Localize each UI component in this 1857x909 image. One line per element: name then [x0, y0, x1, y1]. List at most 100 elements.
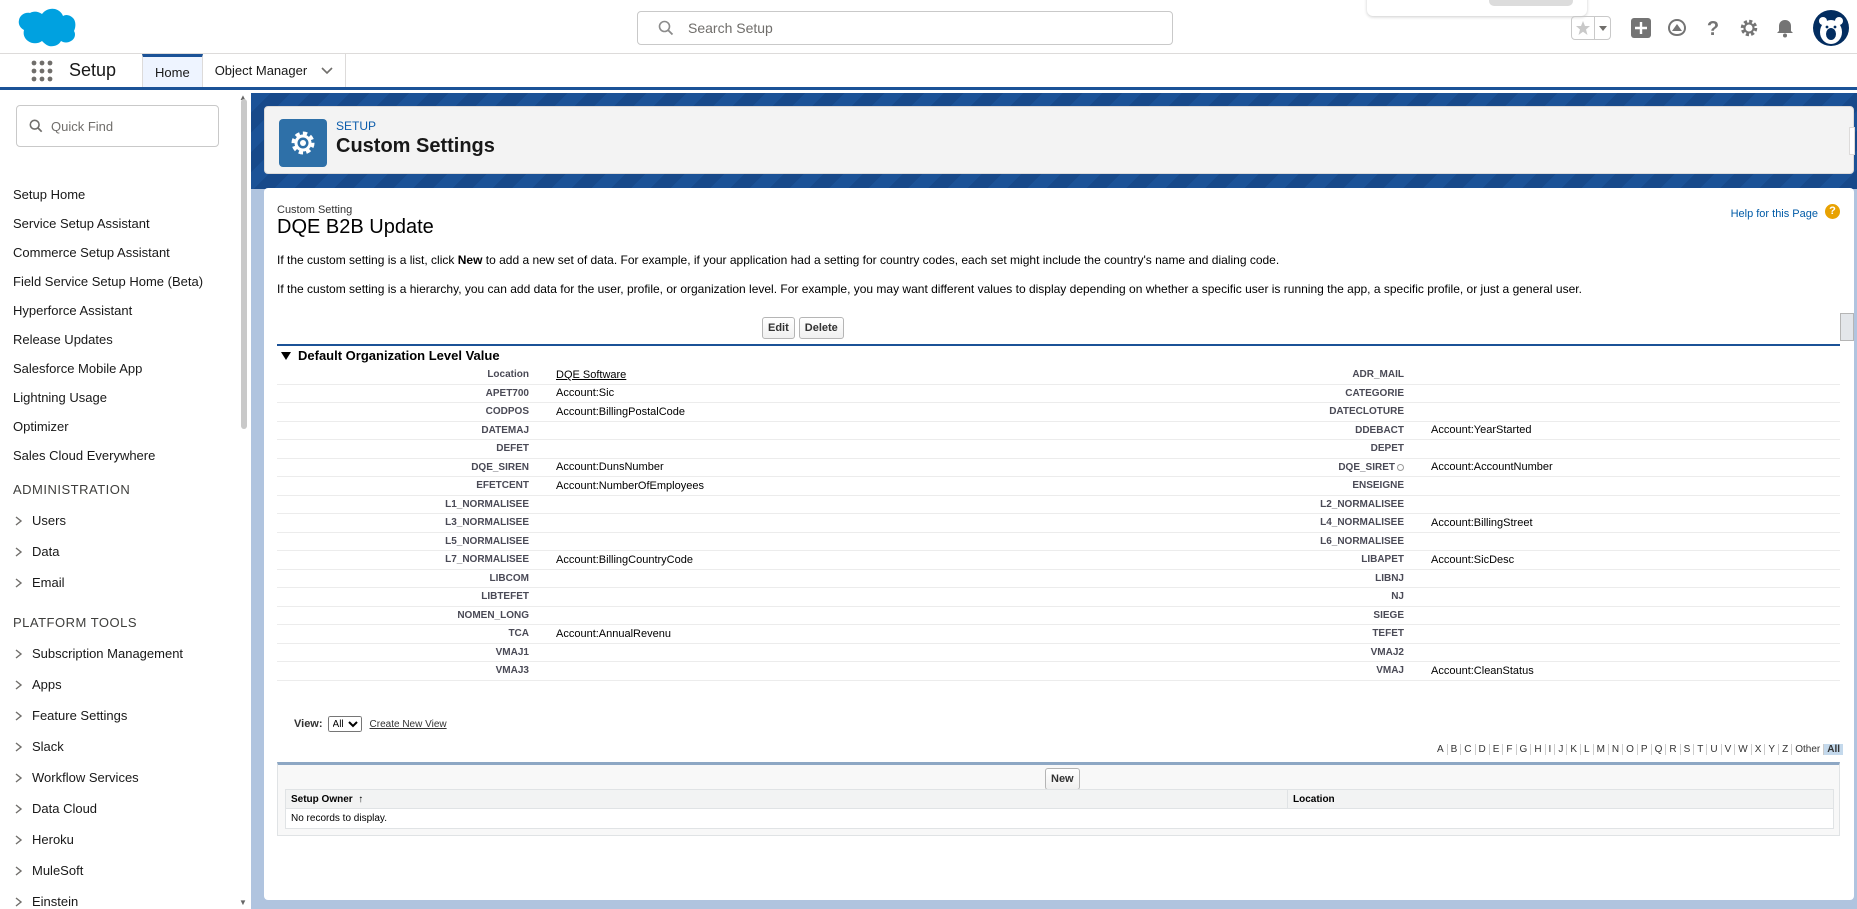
- alpha-filter-f[interactable]: F: [1503, 744, 1517, 755]
- side-scroll-handle[interactable]: [1840, 313, 1854, 341]
- alpha-filter-u[interactable]: U: [1707, 744, 1722, 755]
- tree-item-einstein[interactable]: Einstein: [13, 886, 233, 909]
- tree-item-apps[interactable]: Apps: [13, 669, 233, 700]
- sidebar-item-service-setup-assistant[interactable]: Service Setup Assistant: [13, 210, 233, 239]
- chevron-right-icon[interactable]: [13, 803, 25, 815]
- tree-item-email[interactable]: Email: [13, 567, 233, 598]
- alpha-filter-i[interactable]: I: [1546, 744, 1556, 755]
- chevron-right-icon[interactable]: [13, 546, 25, 558]
- tab-home[interactable]: Home: [142, 54, 203, 87]
- page-eyebrow[interactable]: SETUP: [336, 119, 376, 133]
- tree-item-subscription-management[interactable]: Subscription Management: [13, 638, 233, 669]
- delete-button[interactable]: Delete: [798, 317, 844, 339]
- tree-item-slack[interactable]: Slack: [13, 731, 233, 762]
- alpha-filter-o[interactable]: O: [1623, 744, 1638, 755]
- favorites-dropdown-icon[interactable]: [1594, 17, 1610, 39]
- tree-item-data[interactable]: Data: [13, 536, 233, 567]
- alpha-filter-n[interactable]: N: [1609, 744, 1624, 755]
- alpha-filter-all[interactable]: All: [1824, 744, 1843, 755]
- quick-find-input[interactable]: [51, 118, 211, 134]
- alpha-filter-other[interactable]: Other: [1792, 744, 1825, 755]
- app-launcher-icon[interactable]: [18, 54, 66, 87]
- help-question-icon[interactable]: ?: [1825, 204, 1840, 219]
- alpha-filter-h[interactable]: H: [1531, 744, 1546, 755]
- alpha-filter-c[interactable]: C: [1461, 744, 1476, 755]
- edit-button[interactable]: Edit: [762, 317, 795, 339]
- sidebar-item-optimizer[interactable]: Optimizer: [13, 413, 233, 442]
- create-new-view-link[interactable]: Create New View: [370, 719, 447, 730]
- chevron-down-icon[interactable]: [321, 66, 333, 75]
- help-icon[interactable]: ?: [1701, 16, 1725, 40]
- alpha-filter-d[interactable]: D: [1476, 744, 1490, 755]
- sidebar-item-hyperforce-assistant[interactable]: Hyperforce Assistant: [13, 297, 233, 326]
- section-default-org-value[interactable]: Default Organization Level Value: [277, 344, 1840, 363]
- sidebar-item-field-service-setup-home[interactable]: Field Service Setup Home (Beta): [13, 268, 233, 297]
- alpha-filter-x[interactable]: X: [1752, 744, 1766, 755]
- tree-item-users[interactable]: Users: [13, 505, 233, 536]
- tree-item-data-cloud[interactable]: Data Cloud: [13, 793, 233, 824]
- alpha-filter-y[interactable]: Y: [1765, 744, 1780, 755]
- field-value-link[interactable]: DQE Software: [556, 369, 626, 381]
- alpha-filter-z[interactable]: Z: [1779, 744, 1793, 755]
- section-title: Default Organization Level Value: [298, 348, 500, 363]
- sidebar-item-lightning-usage[interactable]: Lightning Usage: [13, 384, 233, 413]
- chevron-right-icon[interactable]: [13, 834, 25, 846]
- sidebar-item-commerce-setup-assistant[interactable]: Commerce Setup Assistant: [13, 239, 233, 268]
- chevron-right-icon[interactable]: [13, 515, 25, 527]
- column-header-location[interactable]: Location: [1288, 790, 1335, 808]
- chevron-right-icon[interactable]: [13, 679, 25, 691]
- chevron-right-icon[interactable]: [13, 710, 25, 722]
- sidebar-item-sales-cloud-everywhere[interactable]: Sales Cloud Everywhere: [13, 442, 233, 471]
- tab-object-manager[interactable]: Object Manager: [203, 54, 347, 87]
- alpha-filter-l[interactable]: L: [1581, 744, 1594, 755]
- tree-item-feature-settings[interactable]: Feature Settings: [13, 700, 233, 731]
- alpha-filter-p[interactable]: P: [1638, 744, 1652, 755]
- alpha-filter-w[interactable]: W: [1735, 744, 1752, 755]
- gear-icon[interactable]: [1737, 16, 1761, 40]
- collapse-triangle-icon[interactable]: [281, 351, 291, 360]
- user-avatar-icon[interactable]: [1813, 10, 1849, 46]
- tree-item-mulesoft[interactable]: MuleSoft: [13, 855, 233, 886]
- chevron-right-icon[interactable]: [13, 741, 25, 753]
- sidebar-item-release-updates[interactable]: Release Updates: [13, 326, 233, 355]
- notification-bell-icon[interactable]: [1773, 16, 1797, 40]
- new-button[interactable]: New: [1045, 768, 1080, 790]
- sidebar-item-setup-home[interactable]: Setup Home: [13, 181, 233, 210]
- info-icon[interactable]: [1397, 463, 1404, 471]
- global-search-input[interactable]: [688, 20, 1128, 36]
- alpha-filter-b[interactable]: B: [1448, 744, 1462, 755]
- sidebar-item-salesforce-mobile-app[interactable]: Salesforce Mobile App: [13, 355, 233, 384]
- alpha-filter-q[interactable]: Q: [1652, 744, 1667, 755]
- chevron-right-icon[interactable]: [13, 648, 25, 660]
- quick-find-box[interactable]: [16, 105, 219, 147]
- tree-item-workflow-services[interactable]: Workflow Services: [13, 762, 233, 793]
- scroll-down-arrow-icon[interactable]: ▼: [239, 898, 247, 907]
- chevron-right-icon[interactable]: [13, 896, 25, 908]
- alpha-filter-k[interactable]: K: [1567, 744, 1581, 755]
- tree-item-heroku[interactable]: Heroku: [13, 824, 233, 855]
- chevron-right-icon[interactable]: [13, 577, 25, 589]
- alpha-filter-g[interactable]: G: [1517, 744, 1532, 755]
- alpha-filter-t[interactable]: T: [1694, 744, 1708, 755]
- alpha-filter-a[interactable]: A: [1434, 744, 1448, 755]
- alpha-filter-e[interactable]: E: [1490, 744, 1504, 755]
- desc1-new-keyword: New: [457, 253, 483, 267]
- add-icon[interactable]: [1629, 16, 1653, 40]
- alpha-filter-s[interactable]: S: [1681, 744, 1695, 755]
- help-for-this-page-link[interactable]: Help for this Page: [1731, 208, 1818, 220]
- chevron-right-icon[interactable]: [13, 772, 25, 784]
- global-search-box[interactable]: [637, 11, 1173, 45]
- sidebar-scroll-thumb[interactable]: [241, 99, 247, 429]
- favorite-star-icon[interactable]: [1572, 17, 1594, 39]
- view-select[interactable]: All: [327, 716, 362, 732]
- alpha-filter-r[interactable]: R: [1666, 744, 1681, 755]
- column-header-setup-owner[interactable]: Setup Owner ↑: [286, 790, 1288, 808]
- salesforce-cloud-logo[interactable]: [18, 8, 76, 48]
- alpha-filter-m[interactable]: M: [1594, 744, 1609, 755]
- field-label: TCA: [508, 628, 529, 640]
- sidebar-scrollbar[interactable]: ▲ ▼: [239, 93, 248, 909]
- trailhead-icon[interactable]: [1665, 16, 1689, 40]
- alpha-filter-v[interactable]: V: [1722, 744, 1736, 755]
- alpha-filter-j[interactable]: J: [1555, 744, 1568, 755]
- chevron-right-icon[interactable]: [13, 865, 25, 877]
